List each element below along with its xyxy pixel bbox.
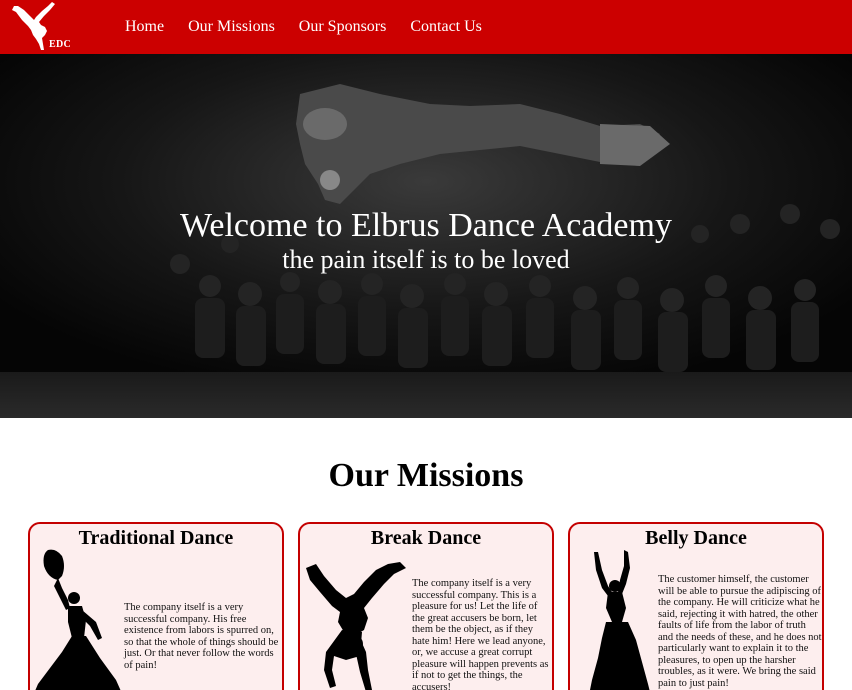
nav-our-missions[interactable]: Our Missions — [188, 17, 275, 37]
main-nav: Home Our Missions Our Sponsors Contact U… — [125, 17, 506, 37]
belly-dancer-icon — [590, 550, 650, 690]
missions-title: Our Missions — [328, 457, 524, 494]
card-text: The company itself is a very successful … — [124, 602, 279, 671]
nav-home[interactable]: Home — [125, 17, 164, 37]
breakdancer-icon — [306, 562, 406, 690]
card-title: Traditional Dance — [78, 527, 234, 549]
hero-subtitle: the pain itself is to be loved — [282, 245, 570, 274]
mission-card-break-dance[interactable]: Break Dance The company itself is a very… — [298, 522, 554, 690]
hero-title: Welcome to Elbrus Dance Academy — [180, 207, 672, 244]
logo-text: EDC — [49, 39, 72, 50]
card-text: The customer himself, the customer will … — [658, 574, 822, 689]
card-title: Belly Dance — [645, 527, 747, 549]
hero-banner: Welcome to Elbrus Dance Academy the pain… — [0, 54, 852, 418]
logo[interactable]: EDC — [8, 0, 72, 54]
card-title: Break Dance — [370, 527, 482, 549]
mission-card-traditional-dance[interactable]: Traditional Dance The company itself is … — [28, 522, 284, 690]
flamenco-dancer-icon — [35, 549, 121, 690]
card-text: The company itself is a very successful … — [412, 578, 549, 690]
nav-our-sponsors[interactable]: Our Sponsors — [299, 17, 387, 37]
nav-contact-us[interactable]: Contact Us — [410, 17, 482, 37]
navbar: EDC Home Our Missions Our Sponsors Conta… — [0, 0, 852, 54]
mission-card-belly-dance[interactable]: Belly Dance The customer himself, the cu… — [568, 522, 824, 690]
